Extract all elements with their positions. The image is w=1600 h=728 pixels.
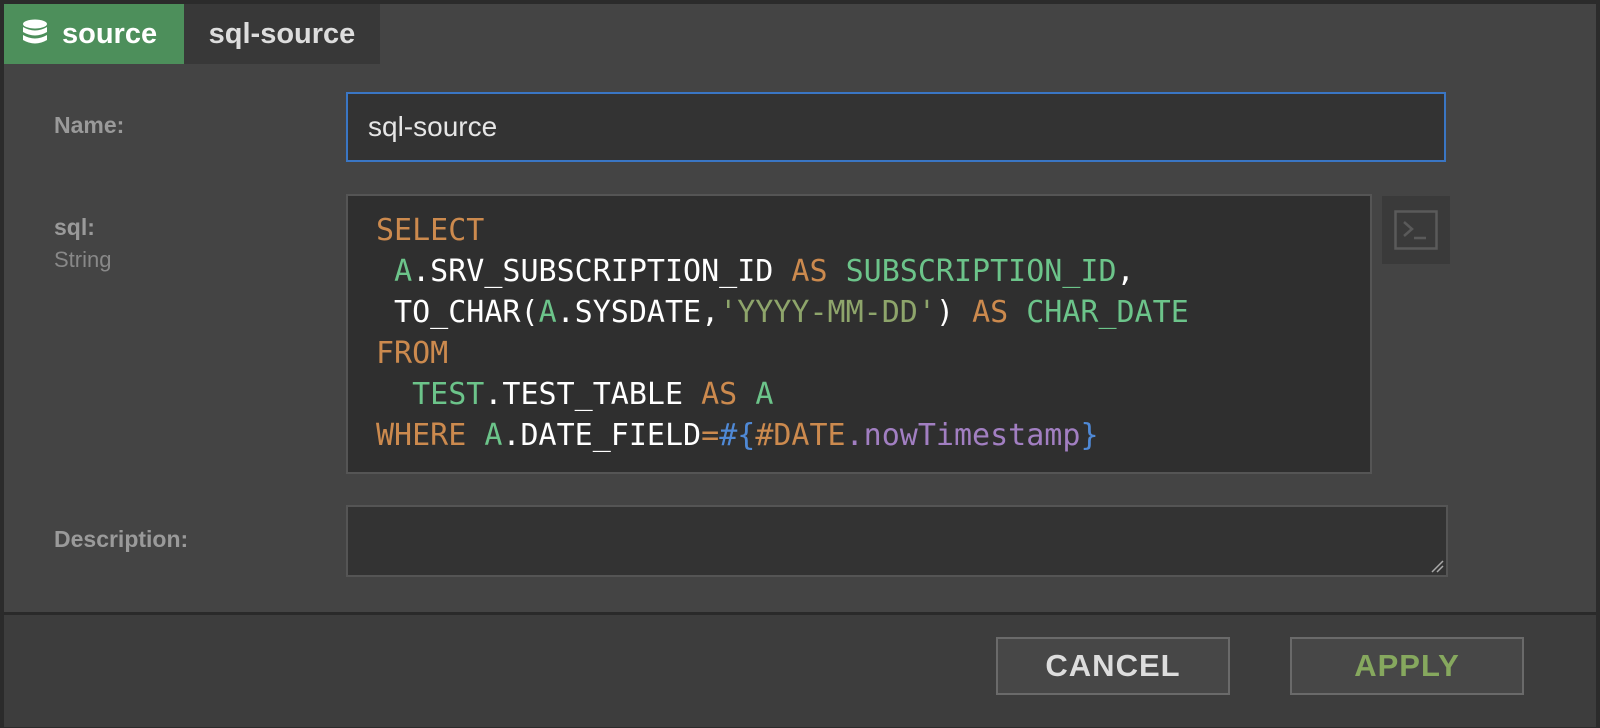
cancel-button[interactable]: CANCEL [996, 637, 1230, 695]
sql-label: sql: [54, 214, 95, 240]
dialog-footer: CANCEL APPLY [4, 612, 1596, 727]
terminal-icon [1394, 210, 1438, 250]
sql-token: 'YYYY-MM-DD' [719, 295, 936, 330]
sql-token: A [538, 295, 557, 330]
resize-grip-icon[interactable] [1430, 559, 1444, 573]
sql-token: TEST [412, 377, 485, 412]
sql-token: AS [701, 377, 738, 412]
dialog-header: source sql-source [4, 4, 380, 64]
sql-token: #{ [719, 418, 756, 453]
apply-button[interactable]: APPLY [1290, 637, 1524, 695]
sql-token: } [1080, 418, 1099, 453]
sql-token: , [1116, 254, 1135, 289]
sql-token: #DATE [755, 418, 846, 453]
expand-editor-button[interactable] [1382, 196, 1450, 264]
sql-editor[interactable]: SELECT A.SRV_SUBSCRIPTION_ID AS SUBSCRIP… [346, 194, 1372, 474]
sql-token: = [701, 418, 720, 453]
sql-token: .TEST_TABLE [484, 377, 702, 412]
sql-type-label: String [54, 247, 112, 272]
sql-token: CHAR_DATE [1026, 295, 1189, 330]
sql-token: .DATE_FIELD [502, 418, 702, 453]
sql-token: SELECT [376, 213, 485, 248]
sql-token: AS [972, 295, 1009, 330]
sql-token: WHERE [376, 418, 467, 453]
sql-token: .nowTimestamp [845, 418, 1081, 453]
node-type-label: source [62, 17, 158, 50]
name-label: Name: [54, 112, 125, 138]
node-name-title: sql-source [184, 4, 380, 64]
sql-token: FROM [376, 336, 449, 371]
sql-token: TO_CHAR( [376, 295, 539, 330]
sql-token: A [394, 254, 413, 289]
sql-token: AS [791, 254, 828, 289]
sql-token: .SRV_SUBSCRIPTION_ID [412, 254, 792, 289]
database-icon [23, 19, 47, 44]
sql-token: ) [935, 295, 973, 330]
node-type-badge: source [4, 4, 184, 64]
description-label: Description: [54, 526, 189, 552]
sql-token: A [484, 418, 503, 453]
sql-token: .SYSDATE, [556, 295, 720, 330]
name-input[interactable] [346, 92, 1446, 162]
description-textarea[interactable] [346, 505, 1448, 577]
sql-token: SUBSCRIPTION_ID [845, 254, 1117, 289]
sql-token: A [755, 377, 774, 412]
node-edit-dialog: source sql-source Name: sql: String SELE… [4, 4, 1596, 727]
